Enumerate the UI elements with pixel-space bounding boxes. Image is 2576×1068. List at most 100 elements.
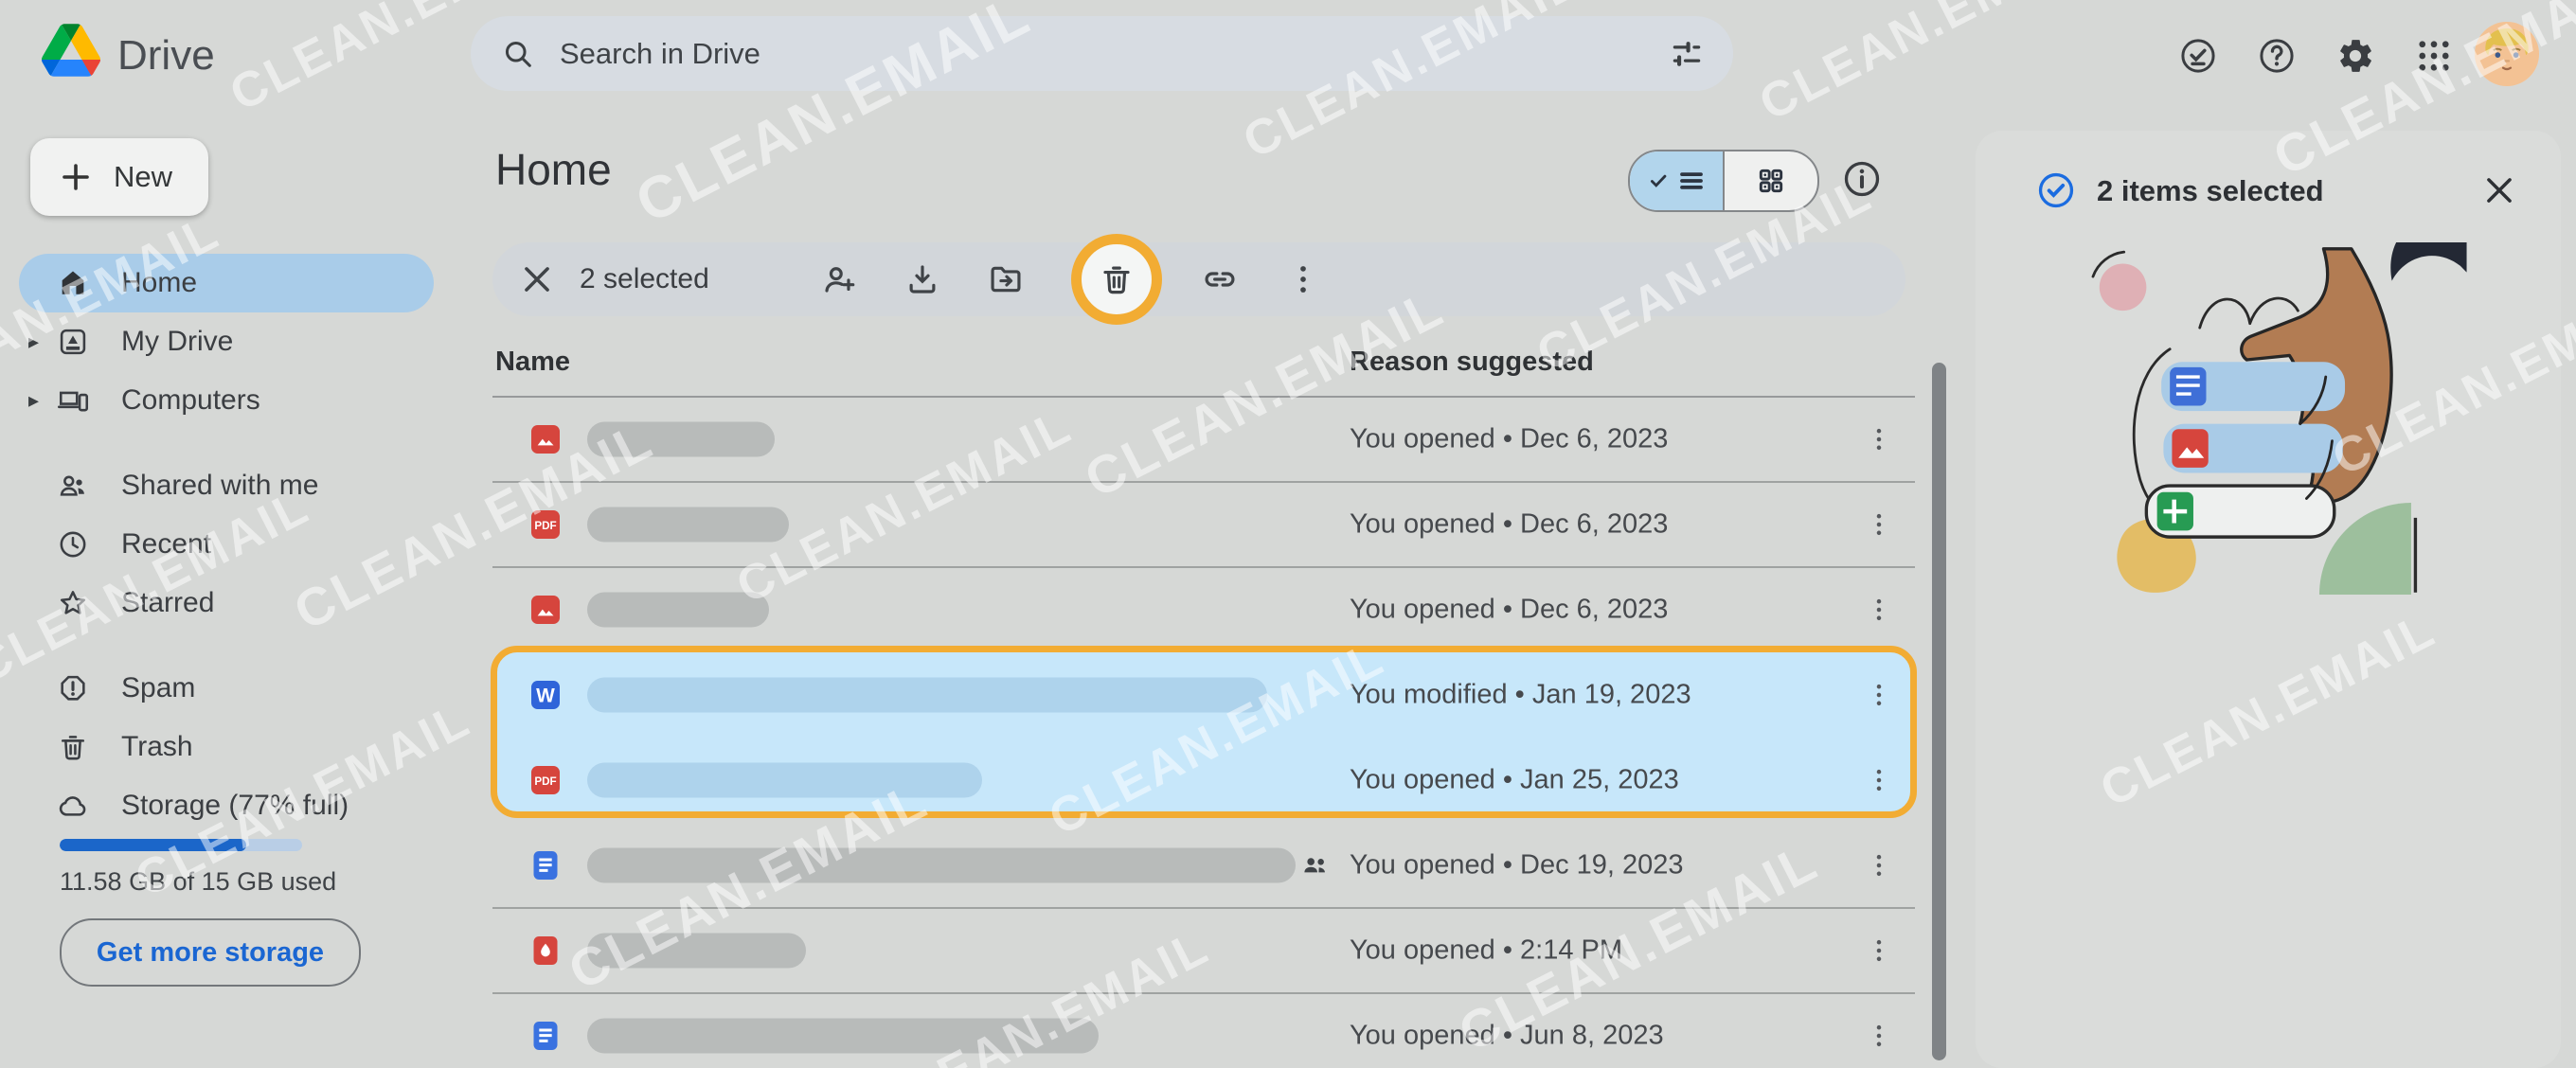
row-more-options-icon[interactable] (1864, 935, 1894, 966)
table-row[interactable]: You opened • Dec 6, 2023 (492, 568, 1915, 653)
sidebar-item-shared-with-me[interactable]: Shared with me (19, 456, 434, 515)
reason-suggested-label: You opened • Jan 25, 2023 (1350, 765, 1679, 796)
sidebar-item-label: Home (121, 267, 197, 299)
table-row[interactable]: PDFYou opened • Dec 6, 2023 (492, 483, 1915, 568)
hand-holding-files-illustration (2070, 242, 2468, 595)
trash-icon[interactable] (1099, 261, 1135, 297)
view-toggle (1628, 150, 1819, 212)
grid-view-icon (1756, 166, 1786, 196)
storage-progress-fill (60, 839, 246, 851)
settings-gear-icon[interactable] (2335, 36, 2375, 76)
table-row[interactable]: You opened • Jun 8, 2023 (492, 994, 1915, 1068)
reason-suggested-label: You opened • Dec 19, 2023 (1350, 850, 1684, 881)
selection-toolbar: 2 selected (492, 242, 1905, 316)
expand-arrow-icon[interactable]: ▸ (28, 329, 39, 354)
row-more-options-icon[interactable] (1864, 765, 1894, 795)
sidebar-item-label: Starred (121, 587, 214, 619)
table-row[interactable]: You opened • Dec 19, 2023 (492, 824, 1915, 909)
sidebar-item-label: Storage (77% full) (121, 790, 349, 822)
table-row[interactable]: WYou modified • Jan 19, 2023 (492, 653, 1915, 739)
get-more-storage-button[interactable]: Get more storage (60, 918, 361, 987)
offline-status-icon[interactable] (2178, 36, 2218, 76)
computers-icon (57, 384, 89, 417)
table-row[interactable]: You opened • Dec 6, 2023 (492, 398, 1915, 483)
image-file-icon (527, 591, 564, 629)
apps-grid-icon[interactable] (2414, 36, 2454, 76)
selection-details-panel: 2 items selected (1976, 131, 2561, 1068)
reason-suggested-label: You opened • Jun 8, 2023 (1350, 1021, 1664, 1052)
new-button-label: New (114, 160, 172, 194)
page-title: Home (495, 144, 612, 195)
redacted-file-name (587, 422, 775, 457)
sidebar-item-recent[interactable]: Recent (19, 515, 434, 574)
sidebar-item-label: Shared with me (121, 470, 318, 502)
redacted-file-name (587, 763, 982, 798)
move-to-folder-icon[interactable] (988, 261, 1024, 297)
word-file-icon: W (527, 676, 564, 714)
svg-text:W: W (536, 685, 555, 706)
plus-icon (59, 160, 93, 194)
column-header-reason[interactable]: Reason suggested (1350, 347, 1594, 378)
sidebar-item-spam[interactable]: Spam (19, 659, 434, 718)
filter-options-icon[interactable] (1669, 36, 1705, 72)
panel-title: 2 items selected (2097, 174, 2324, 208)
check-icon (1647, 169, 1672, 193)
redacted-file-name (587, 593, 769, 628)
svg-text:PDF: PDF (534, 775, 556, 788)
pdf-file-icon: PDF (527, 506, 564, 543)
sidebar-item-my-drive[interactable]: ▸ My Drive (19, 312, 434, 371)
sidebar-item-starred[interactable]: Starred (19, 574, 434, 632)
redacted-file-name (587, 934, 806, 969)
row-more-options-icon[interactable] (1864, 424, 1894, 454)
search-icon (501, 37, 535, 71)
help-icon[interactable] (2257, 36, 2297, 76)
storage-used-label: 11.58 GB of 15 GB used (60, 867, 336, 897)
more-options-icon[interactable] (1285, 261, 1321, 297)
row-more-options-icon[interactable] (1864, 680, 1894, 710)
docs-file-icon (527, 846, 564, 884)
reason-suggested-label: You opened • Dec 6, 2023 (1350, 595, 1668, 626)
reason-suggested-label: You opened • Dec 6, 2023 (1350, 424, 1668, 455)
docs-file-icon (527, 1017, 564, 1055)
reason-suggested-label: You opened • 2:14 PM (1350, 935, 1622, 967)
new-button[interactable]: New (30, 138, 208, 216)
sidebar-item-trash[interactable]: Trash (19, 718, 434, 776)
image-file-icon (527, 420, 564, 458)
row-more-options-icon[interactable] (1864, 595, 1894, 625)
avatar[interactable] (2475, 22, 2539, 86)
sidebar-item-label: Trash (121, 731, 193, 763)
row-more-options-icon[interactable] (1864, 1021, 1894, 1051)
search-input[interactable] (558, 36, 1669, 72)
table-row[interactable]: You opened • 2:14 PM (492, 909, 1915, 994)
list-view-icon (1677, 167, 1706, 195)
storage-icon (57, 790, 89, 822)
list-view-button[interactable] (1630, 151, 1725, 210)
search-bar[interactable] (471, 16, 1733, 91)
redacted-file-name (587, 848, 1296, 883)
add-person-icon[interactable] (821, 261, 857, 297)
table-row[interactable]: PDF You opened • Jan 25, 2023 (492, 739, 1915, 824)
expand-arrow-icon[interactable]: ▸ (28, 388, 39, 413)
google-drive-window: Drive New Ho (0, 0, 2576, 1068)
link-icon[interactable] (1202, 261, 1238, 297)
grid-view-button[interactable] (1725, 151, 1817, 210)
column-header-name[interactable]: Name (495, 347, 570, 378)
row-more-options-icon[interactable] (1864, 850, 1894, 881)
pdf-file-icon: PDF (527, 761, 564, 799)
drive-logo-icon (42, 23, 100, 78)
close-panel-icon[interactable] (2481, 172, 2517, 208)
row-more-options-icon[interactable] (1864, 509, 1894, 540)
redacted-file-name (587, 507, 789, 543)
trash-icon (57, 731, 89, 763)
scrollbar-thumb[interactable] (1932, 363, 1946, 1060)
sidebar-item-label: My Drive (121, 326, 233, 358)
sidebar-item-label: Recent (121, 528, 211, 561)
file-list: You opened • Dec 6, 2023PDFYou opened • … (492, 398, 1915, 1068)
sidebar-item-computers[interactable]: ▸Computers (19, 371, 434, 430)
close-icon[interactable] (519, 261, 555, 297)
redacted-file-name (587, 678, 1267, 713)
download-icon[interactable] (904, 261, 940, 297)
sidebar-item-home[interactable]: Home (19, 254, 434, 312)
info-icon[interactable] (1841, 158, 1883, 200)
sidebar-item-storage[interactable]: Storage (77% full) (19, 776, 434, 835)
